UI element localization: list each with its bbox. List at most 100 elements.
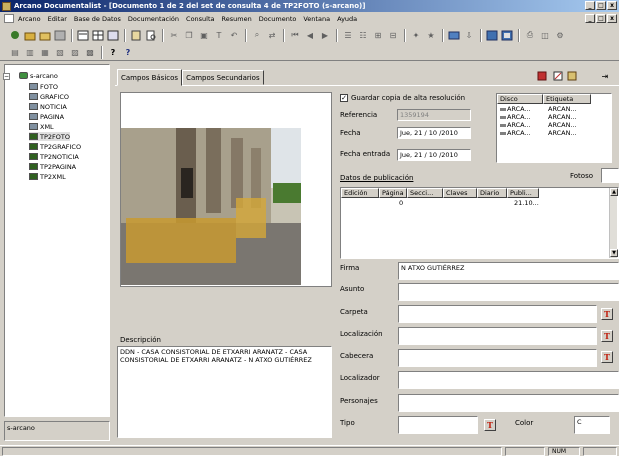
next-record-icon[interactable]: ▶ — [318, 29, 332, 42]
minimize-button[interactable]: _ — [585, 1, 595, 10]
context-help-icon[interactable]: ? — [121, 46, 135, 59]
settings-icon[interactable]: ⚙ — [553, 29, 567, 42]
import-icon[interactable]: ⇩ — [462, 29, 476, 42]
publicacion-row[interactable]: 0 21.10... — [341, 199, 539, 208]
delete-tool-icon[interactable] — [565, 70, 579, 82]
cut-icon[interactable]: ✂ — [167, 29, 181, 42]
tree-item-grafico[interactable]: GRAFICO — [29, 92, 69, 101]
menu-consulta[interactable]: Consulta — [186, 15, 214, 23]
clipboard-icon[interactable] — [129, 29, 143, 42]
scroll-down-icon[interactable]: ▼ — [610, 249, 618, 257]
insert-icon[interactable]: ▥ — [23, 46, 37, 59]
publicacion-col-header[interactable]: Publi... — [507, 188, 539, 198]
carpeta-thesaurus-icon[interactable]: T — [601, 308, 613, 320]
filter-icon[interactable]: ▦ — [38, 46, 52, 59]
save-icon[interactable] — [53, 29, 67, 42]
paste-icon[interactable]: ▣ — [197, 29, 211, 42]
menu-documentacion[interactable]: Documentación — [128, 15, 179, 23]
carpeta-field[interactable] — [398, 305, 597, 323]
doc-close-button[interactable]: x — [607, 14, 617, 23]
doc-minimize-button[interactable]: _ — [585, 14, 595, 23]
pagina-col-header[interactable]: Página — [379, 188, 407, 198]
text-icon[interactable]: T — [212, 29, 226, 42]
personajes-field[interactable] — [398, 394, 619, 412]
disco-col-header[interactable]: Disco — [497, 94, 543, 104]
disco-row[interactable]: ARCA... ARCAN... — [500, 113, 600, 121]
tab-campos-secundarios[interactable]: Campos Secundarios — [182, 70, 264, 85]
maximize-button[interactable]: □ — [596, 1, 606, 10]
tree-item-tp2xml[interactable]: TP2XML — [29, 172, 66, 181]
claves-col-header[interactable]: Claves — [443, 188, 477, 198]
firma-field[interactable]: N ATXO GUTIÉRREZ — [398, 262, 619, 280]
tree-item-xml[interactable]: XML — [29, 122, 54, 131]
delete-record-icon[interactable]: ▩ — [83, 46, 97, 59]
find-icon[interactable]: ⌕ — [250, 29, 264, 42]
tree-item-tp2noticia[interactable]: TP2NOTICIA — [29, 152, 79, 161]
copy-icon[interactable]: ❐ — [182, 29, 196, 42]
grid-view-icon[interactable] — [91, 29, 105, 42]
pin-panel-icon[interactable]: ⇥ — [598, 70, 612, 82]
new-record-icon[interactable]: ▤ — [8, 46, 22, 59]
edit-tool-icon[interactable] — [551, 70, 565, 82]
form-view-icon[interactable] — [76, 29, 90, 42]
tipo-thesaurus-icon[interactable]: T — [484, 419, 496, 431]
descripcion-textarea[interactable]: DDN - CASA CONSISTORIAL DE ETXARRI ARANA… — [117, 346, 332, 438]
table-view-icon[interactable] — [106, 29, 120, 42]
localizador-field[interactable] — [398, 371, 619, 389]
edit-record-icon[interactable]: ▨ — [68, 46, 82, 59]
red-tool-icon[interactable] — [535, 70, 549, 82]
image-icon[interactable] — [485, 29, 499, 42]
scroll-up-icon[interactable]: ▲ — [610, 188, 618, 196]
undo-icon[interactable]: ↶ — [227, 29, 241, 42]
tree-item-noticia[interactable]: NOTICIA — [29, 102, 67, 111]
first-record-icon[interactable]: ⏮ — [288, 29, 302, 42]
list-grid-icon[interactable]: ⊟ — [386, 29, 400, 42]
tree-collapse-icon[interactable]: − — [3, 73, 10, 80]
list-tree-icon[interactable]: ⊞ — [371, 29, 385, 42]
fotoso-field[interactable] — [601, 168, 619, 183]
close-button[interactable]: x — [607, 1, 617, 10]
tab-campos-basicos[interactable]: Campos Básicos — [117, 69, 183, 86]
menu-ayuda[interactable]: Ayuda — [337, 15, 357, 23]
menu-arcano[interactable]: Arcano — [18, 15, 41, 23]
tree-item-tp2grafico[interactable]: TP2GRAFICO — [29, 142, 81, 151]
cabecera-field[interactable] — [398, 349, 597, 367]
gallery-icon[interactable] — [500, 29, 514, 42]
document-search-icon[interactable] — [144, 29, 158, 42]
localizacion-field[interactable] — [398, 327, 597, 345]
menu-documento[interactable]: Documento — [259, 15, 297, 23]
folder-icon[interactable] — [38, 29, 52, 42]
tree-item-pagina[interactable]: PAGINA — [29, 112, 64, 121]
seccion-col-header[interactable]: Secci... — [407, 188, 443, 198]
asunto-field[interactable] — [398, 283, 619, 301]
document-photo[interactable] — [121, 128, 301, 285]
edicion-col-header[interactable]: Edición — [341, 188, 379, 198]
fecha-entrada-field[interactable]: Jue, 21 / 10 /2010 — [397, 149, 471, 161]
document-icon[interactable] — [4, 14, 14, 23]
disco-row[interactable]: ARCA... ARCAN... — [500, 129, 600, 137]
star-icon[interactable]: ★ — [424, 29, 438, 42]
tree-item-tp2foto[interactable]: TP2FOTO — [29, 132, 70, 141]
color-field[interactable]: C — [574, 416, 610, 434]
prev-record-icon[interactable]: ◀ — [303, 29, 317, 42]
doc-restore-button[interactable]: □ — [596, 14, 606, 23]
localizacion-thesaurus-icon[interactable]: T — [601, 330, 613, 342]
menu-base-datos[interactable]: Base de Datos — [74, 15, 121, 23]
menu-resumen[interactable]: Resumen — [222, 15, 252, 23]
print-icon[interactable]: ⎙ — [523, 29, 537, 42]
list-icon[interactable]: ☰ — [341, 29, 355, 42]
publicacion-scrollbar[interactable]: ▲ ▼ — [609, 188, 618, 258]
preview-icon[interactable]: ◫ — [538, 29, 552, 42]
menu-editar[interactable]: Editar — [48, 15, 67, 23]
database-tree[interactable]: s-arcano FOTO GRAFICO NOTICIA PAGINA XML… — [4, 64, 110, 417]
tipo-field[interactable] — [398, 416, 478, 434]
tree-item-foto[interactable]: FOTO — [29, 82, 58, 91]
guardar-copia-checkbox[interactable]: ✓ — [340, 94, 348, 102]
disco-row[interactable]: ARCA... ARCAN... — [500, 121, 600, 129]
tree-item-tp2pagina[interactable]: TP2PAGINA — [29, 162, 76, 171]
fecha-field[interactable]: Jue, 21 / 10 /2010 — [397, 127, 471, 139]
open-icon[interactable] — [23, 29, 37, 42]
replace-icon[interactable]: ⇄ — [265, 29, 279, 42]
pin-icon[interactable]: ✦ — [409, 29, 423, 42]
tree-root[interactable]: s-arcano — [19, 71, 58, 80]
